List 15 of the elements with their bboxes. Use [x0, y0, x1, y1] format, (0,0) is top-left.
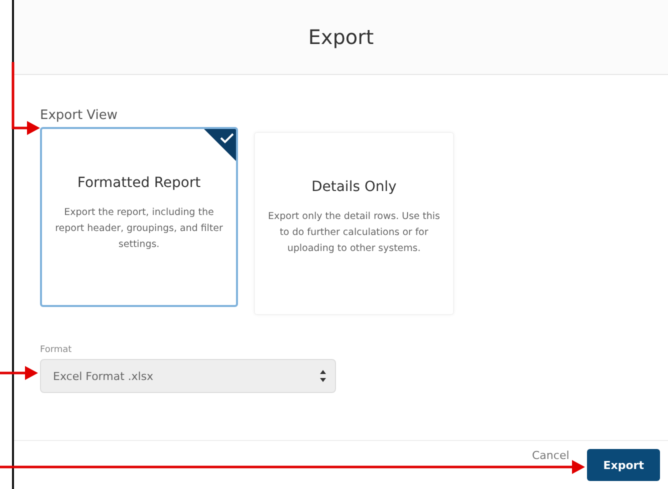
export-button[interactable]: Export	[587, 449, 660, 481]
check-icon	[203, 129, 236, 162]
format-select[interactable]: Excel Format .xlsx	[40, 359, 336, 393]
dialog-title: Export	[308, 25, 374, 49]
section-label: Export View	[40, 108, 119, 123]
field-label: Format	[40, 345, 73, 355]
stepper-icon	[319, 369, 327, 383]
export-option-card[interactable]: Formatted Report Export the report, including the report header, groupings, and filter settings.	[40, 127, 238, 307]
pointer-arrow	[0, 366, 38, 380]
option-description: Export only the detail rows. Use this to do further calculations or for uploading to other systems.	[267, 210, 441, 256]
option-description: Export the report, including the report header, groupings, and filter settings.	[54, 206, 224, 252]
option-title: Details Only	[311, 179, 397, 195]
option-title: Formatted Report	[77, 175, 201, 191]
cancel-button[interactable]: Cancel	[532, 447, 570, 463]
export-option-card[interactable]: Details Only Export only the detail rows. Use this to do further calculations or for uploading to other systems.	[254, 132, 454, 315]
